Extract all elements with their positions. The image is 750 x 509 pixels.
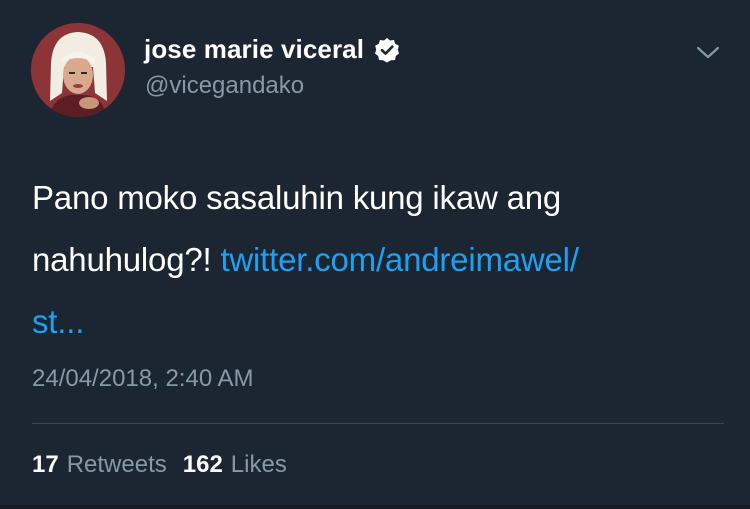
retweets-label: Retweets: [66, 451, 167, 478]
tweet-text-plain: nahuhulog?!: [32, 241, 221, 278]
tweet-timestamp[interactable]: 24/04/2018, 2:40 AM: [32, 365, 254, 393]
likes-count: 162: [182, 451, 223, 478]
bottom-divider: [0, 505, 750, 509]
engagement-stats: 17 Retweets 162 Likes: [32, 451, 287, 479]
tweet-text-line-2: nahuhulog?! twitter.com/andreimawel/: [32, 229, 712, 291]
tweet-link[interactable]: twitter.com/andreimawel/: [220, 241, 579, 278]
verified-badge-icon: [374, 37, 400, 63]
tweet-text: Pano moko sasaluhin kung ikaw ang nahuhu…: [32, 167, 712, 353]
avatar[interactable]: [31, 23, 125, 117]
tweet-text-line-1: Pano moko sasaluhin kung ikaw ang: [32, 179, 562, 216]
author-handle[interactable]: @vicegandako: [145, 72, 304, 100]
author-display-name[interactable]: jose marie viceral: [144, 34, 364, 65]
retweets-stat[interactable]: 17 Retweets: [32, 451, 167, 479]
likes-label: Likes: [230, 451, 287, 478]
tweet-link-continuation[interactable]: st...: [32, 291, 712, 353]
retweets-count: 17: [32, 451, 59, 478]
tweet-card: jose marie viceral @vicegandako Pano mok…: [0, 0, 750, 509]
chevron-down-icon[interactable]: [695, 44, 721, 62]
divider: [32, 423, 724, 424]
avatar-image: [31, 23, 125, 117]
author-name-row[interactable]: jose marie viceral: [144, 34, 400, 65]
likes-stat[interactable]: 162 Likes: [183, 451, 287, 479]
